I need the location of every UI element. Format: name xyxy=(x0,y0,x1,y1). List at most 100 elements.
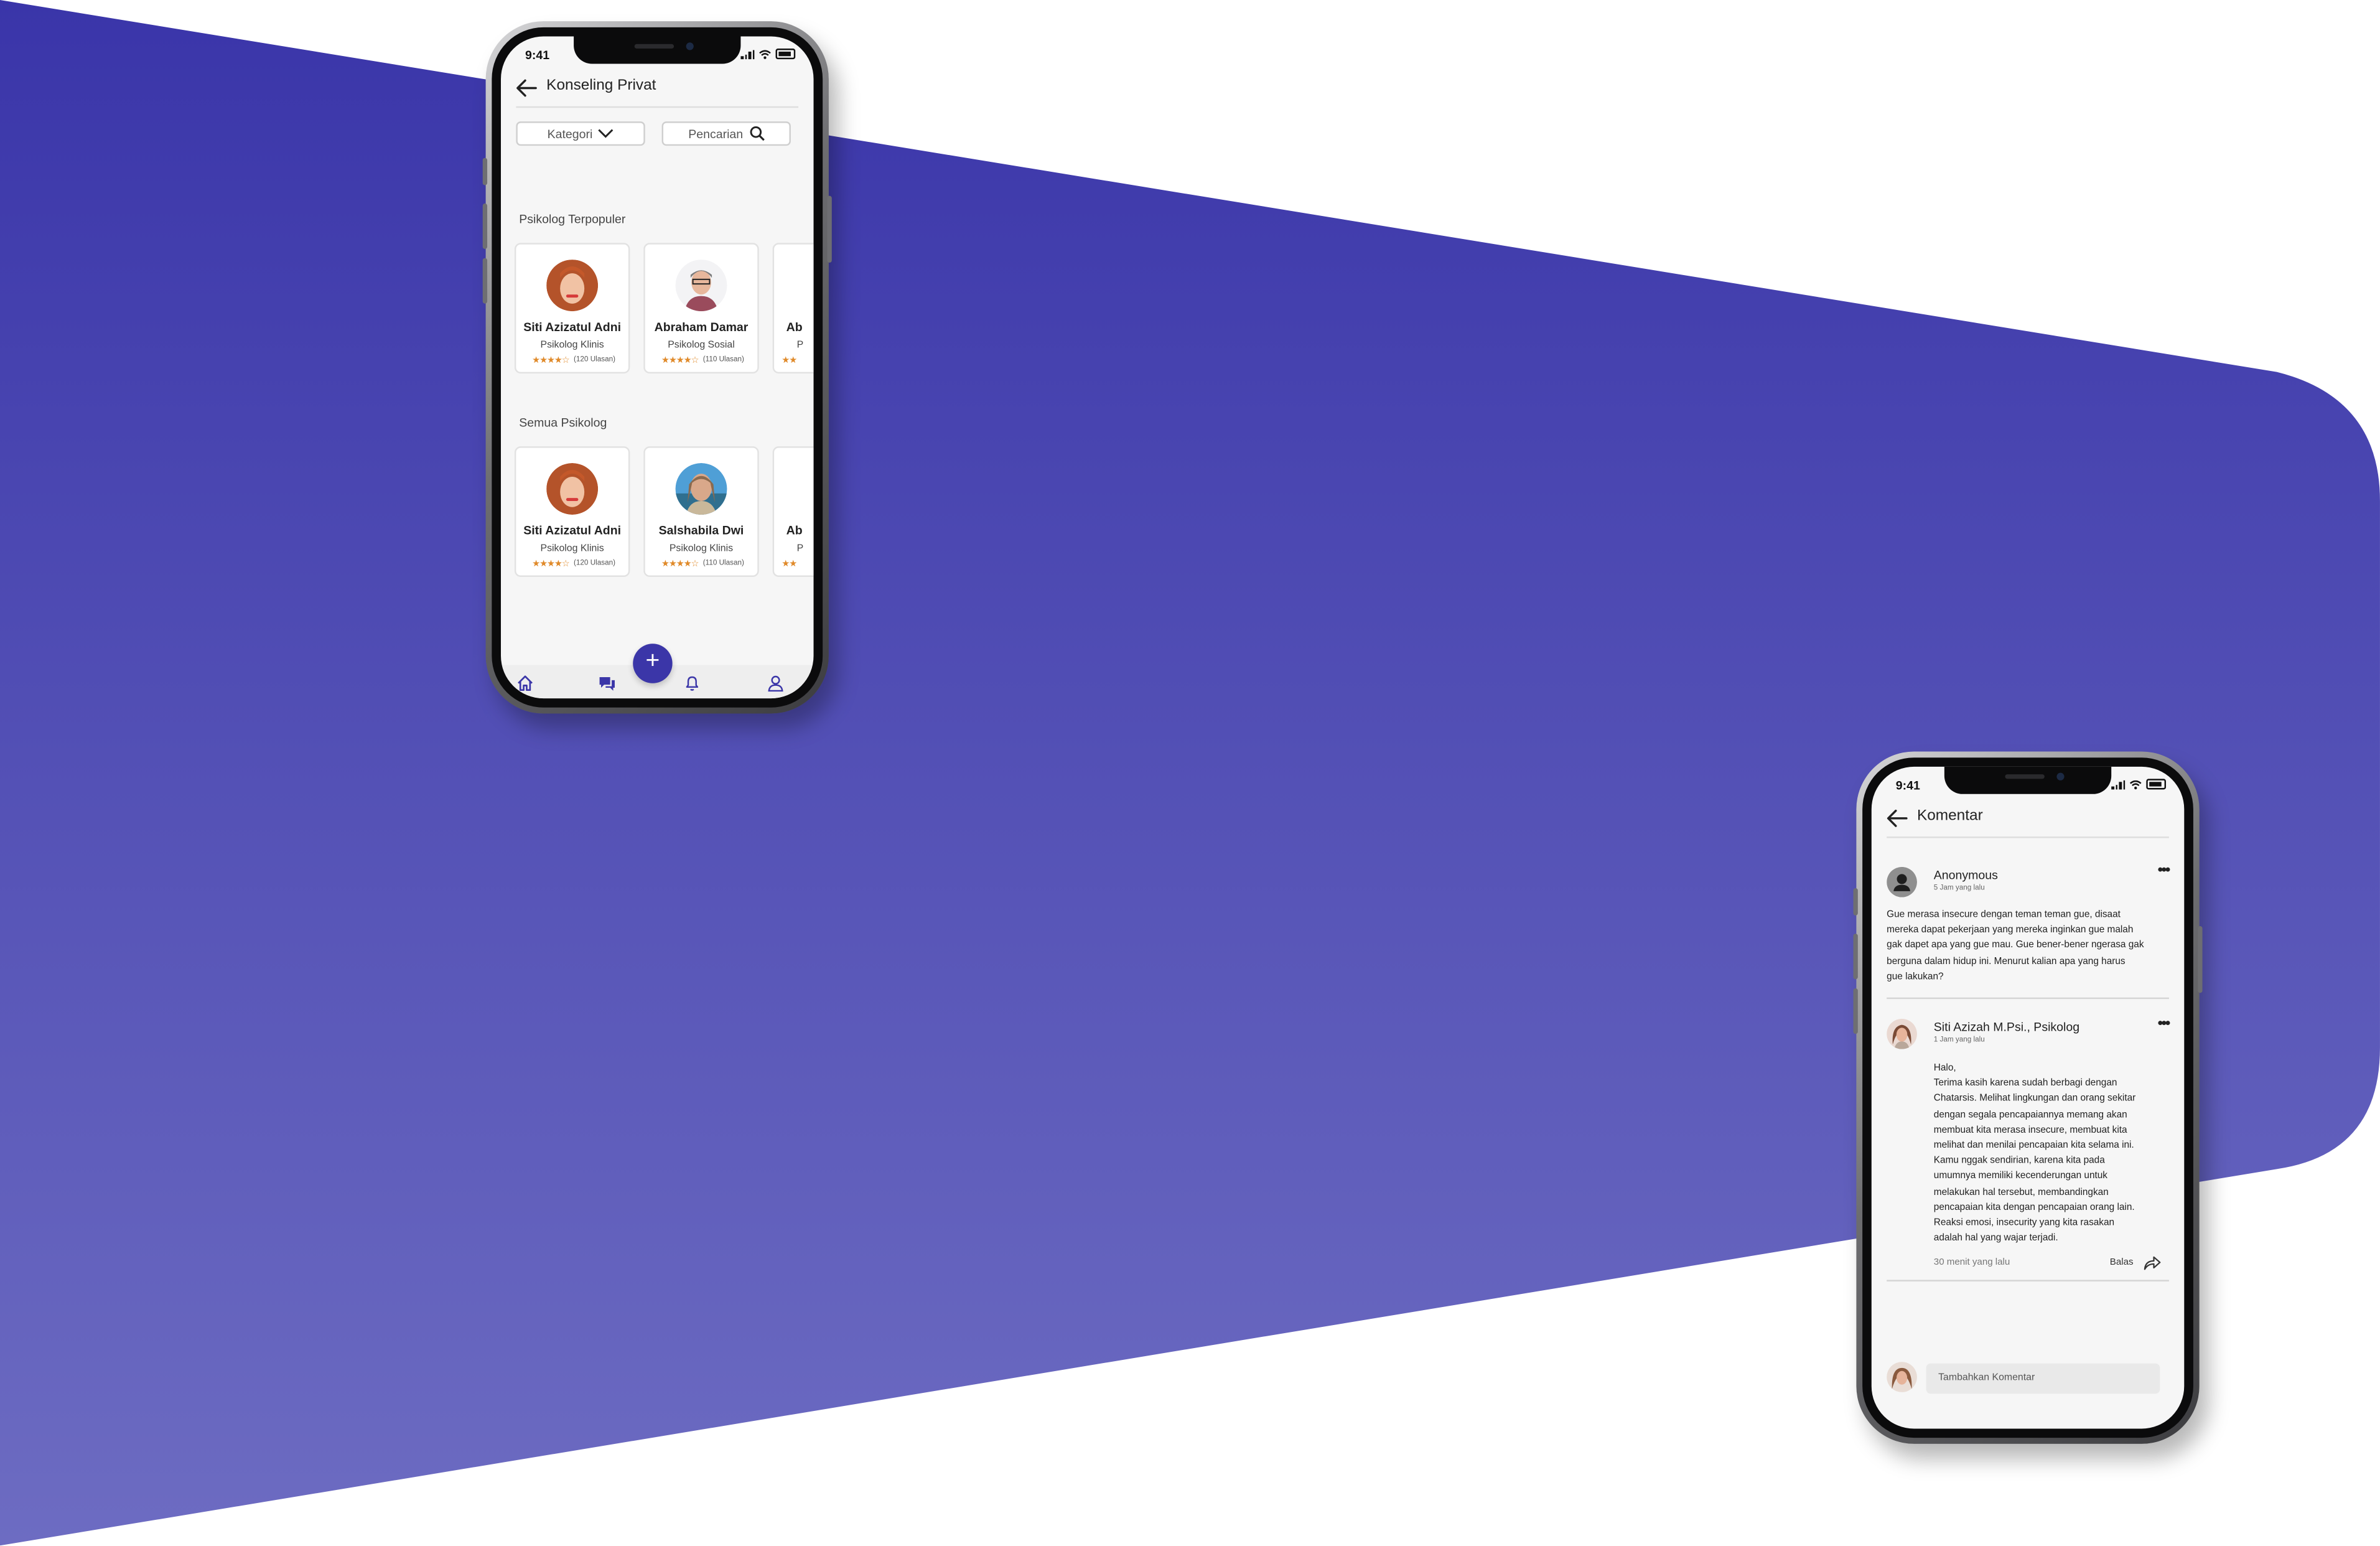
search-button[interactable]: Pencarian xyxy=(661,121,791,146)
star-rating: ★★★★☆ xyxy=(532,357,570,366)
anonymous-avatar xyxy=(1887,866,1917,897)
psychologist-avatar xyxy=(1887,1018,1917,1049)
signal-icon xyxy=(2111,779,2126,790)
phone-notch xyxy=(574,36,741,64)
phone-side-button xyxy=(1853,934,1858,980)
battery-icon xyxy=(775,49,796,60)
psychologist-card[interactable]: Siti Azizatul Adni Psikolog Klinis ★★★★☆… xyxy=(514,446,630,577)
category-label: Kategori xyxy=(547,126,593,141)
psychologist-card[interactable]: Abraham Damar Psikolog Sosial ★★★★☆ (110 … xyxy=(643,243,759,374)
header-divider xyxy=(516,106,799,108)
review-count: (110 Ulasan) xyxy=(702,357,744,365)
status-time: 9:41 xyxy=(525,49,550,63)
phone-side-button xyxy=(827,195,832,263)
search-label: Pencarian xyxy=(688,126,744,141)
review-count: (120 Ulasan) xyxy=(574,357,616,365)
rating: ★★★★☆ (110 Ulasan) xyxy=(654,355,751,366)
more-options-icon[interactable]: ••• xyxy=(2158,1016,2171,1033)
rating: ★★★★☆ (120 Ulasan) xyxy=(525,355,622,366)
phone-komentar: 9:41 Komentar Anonymous 5 Jam yang lalu … xyxy=(1853,751,2203,1444)
comment-input-placeholder: Tambahkan Komentar xyxy=(1938,1372,2035,1384)
psychologist-card-partial[interactable]: Ab P ★★ xyxy=(772,446,814,577)
phone-konseling: 9:41 Konseling Privat Kategori Pencarian… xyxy=(482,21,832,714)
wifi-icon xyxy=(759,49,771,59)
chat-icon[interactable] xyxy=(598,674,616,692)
psychologist-name: Siti Azizatul Adni xyxy=(523,523,622,538)
star-rating: ★★★★☆ xyxy=(661,560,699,569)
star-rating: ★★ xyxy=(782,357,797,366)
psychologist-name: Abraham Damar xyxy=(654,320,749,334)
share-icon[interactable] xyxy=(2143,1254,2161,1271)
psychologist-card[interactable]: Siti Azizatul Adni Psikolog Klinis ★★★★☆… xyxy=(514,243,630,374)
psychologist-role: Psikolog Klinis xyxy=(669,543,734,555)
category-dropdown[interactable]: Kategori xyxy=(516,121,645,146)
screen-konseling: 9:41 Konseling Privat Kategori Pencarian… xyxy=(501,36,814,699)
phone-side-button xyxy=(482,258,488,304)
signal-icon xyxy=(740,49,755,60)
post-time: 5 Jam yang lalu xyxy=(1933,885,1985,893)
rating: ★★★★☆ (110 Ulasan) xyxy=(654,559,751,569)
psychologist-name: Ab xyxy=(786,320,803,334)
psychologist-card[interactable]: Salshabila Dwi Psikolog Klinis ★★★★☆ (110… xyxy=(643,446,759,577)
chevron-down-icon xyxy=(599,129,614,138)
avatar xyxy=(675,463,727,515)
popular-section-title: Psikolog Terpopuler xyxy=(519,212,626,227)
psychologist-name: Ab xyxy=(786,523,803,538)
psychologist-role: Psikolog Sosial xyxy=(668,340,735,351)
app-header: Komentar xyxy=(1872,794,2185,843)
psychologist-name: Salshabila Dwi xyxy=(658,523,744,538)
avatar xyxy=(546,260,599,312)
showcase-stage: 9:41 Konseling Privat Kategori Pencarian… xyxy=(0,0,2380,1546)
battery-icon xyxy=(2146,779,2167,790)
status-icons xyxy=(740,49,796,60)
user-avatar xyxy=(1887,1362,1917,1392)
avatar xyxy=(546,463,599,515)
star-rating: ★★★★☆ xyxy=(661,357,699,366)
reply-author: Siti Azizah M.Psi., Psikolog xyxy=(1933,1020,2080,1034)
phone-side-button xyxy=(1853,888,1858,916)
all-section-title: Semua Psikolog xyxy=(519,416,607,430)
header-divider xyxy=(1887,836,2169,838)
page-title: Komentar xyxy=(1916,807,1983,825)
reply-time: 1 Jam yang lalu xyxy=(1933,1037,1985,1045)
psychologist-role: Psikolog Klinis xyxy=(540,340,604,351)
star-rating: ★★ xyxy=(782,560,797,569)
bell-icon[interactable] xyxy=(683,674,701,692)
add-button[interactable]: + xyxy=(633,644,673,683)
post-author: Anonymous xyxy=(1933,868,1998,883)
review-count: (110 Ulasan) xyxy=(702,560,744,568)
back-arrow-icon[interactable] xyxy=(1887,809,1908,827)
avatar xyxy=(675,260,727,312)
rating: ★★ xyxy=(782,559,813,569)
phone-side-button xyxy=(1853,988,1858,1034)
psychologist-name: Siti Azizatul Adni xyxy=(523,320,622,334)
star-rating: ★★★★☆ xyxy=(532,560,570,569)
page-title: Konseling Privat xyxy=(546,77,656,95)
search-icon xyxy=(749,126,764,141)
home-icon[interactable] xyxy=(516,674,534,692)
back-arrow-icon[interactable] xyxy=(516,79,537,97)
post-body: Gue merasa insecure dengan teman teman g… xyxy=(1887,909,2144,982)
more-options-icon[interactable]: ••• xyxy=(2158,863,2171,879)
psychologist-role: Psikolog Klinis xyxy=(540,543,604,555)
post-divider xyxy=(1887,997,2169,1000)
rating: ★★★★☆ (120 Ulasan) xyxy=(525,559,622,569)
psychologist-card-partial[interactable]: Ab P ★★ xyxy=(772,243,814,374)
phone-side-button xyxy=(482,157,488,185)
psychologist-role: P xyxy=(796,340,804,351)
wifi-icon xyxy=(2129,779,2142,789)
phone-side-button xyxy=(2198,926,2203,993)
profile-icon[interactable] xyxy=(767,674,785,692)
reply-body: Halo, Terima kasih karena sudah berbagi … xyxy=(1933,1062,2136,1244)
phone-notch xyxy=(1944,766,2112,794)
screen-komentar: 9:41 Komentar Anonymous 5 Jam yang lalu … xyxy=(1871,766,2185,1429)
comment-input[interactable]: Tambahkan Komentar xyxy=(1926,1363,2160,1394)
reply-button[interactable]: Balas xyxy=(2110,1257,2134,1268)
phone-side-button xyxy=(482,203,488,250)
psychologist-role: P xyxy=(796,543,804,555)
app-header: Konseling Privat xyxy=(501,63,814,112)
review-count: (120 Ulasan) xyxy=(574,560,616,568)
rating: ★★ xyxy=(782,355,813,366)
reply-footer-time: 30 menit yang lalu xyxy=(1933,1257,2010,1268)
reply-divider xyxy=(1887,1280,2169,1281)
